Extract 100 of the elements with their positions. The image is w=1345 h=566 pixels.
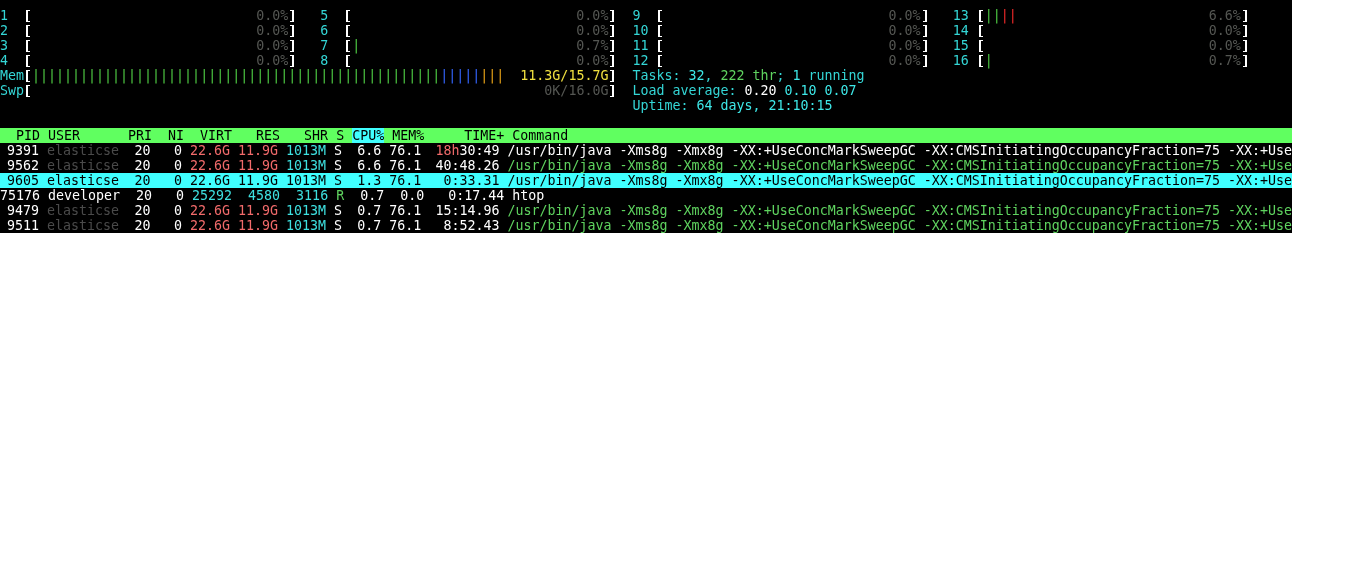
table-row[interactable]: 75176 developer 20 0 25292 4580 3116 R 0.7 0.0 0:17.44 htop — [0, 188, 1292, 203]
meter-label: 8 — [320, 53, 330, 68]
table-cell-text: 0:33.31 — [442, 173, 500, 188]
table-cell-text: 0.7 — [359, 188, 385, 203]
meter-value: 0.0% — [888, 53, 921, 68]
table-cell-text: 9562 — [6, 158, 40, 173]
table-cell: /usr/bin/java -Xms8g -Xmx8g -XX:+UseConcMarkSweepGC -XX:CMSInitiatingOccupancyFraction=75 -XX:+Use — [507, 218, 1292, 233]
table-cell-text: 0 — [172, 203, 182, 218]
table-cell: 76.1 — [389, 143, 422, 158]
table-row[interactable]: 9391 elasticse 20 0 22.6G 11.9G 1013M S 6.6 76.1 18h30:49 /usr/bin/java -Xms8g -Xmx8g -XX:+UseConcMarkSweepGC -XX:CMSInitiatingOccupancyFraction=75 -XX:+Use — [0, 143, 1292, 158]
meter-bar-text: || — [1000, 8, 1017, 23]
table-cell: S — [333, 173, 342, 188]
table-row[interactable]: 9511 elasticse 20 0 22.6G 11.9G 1013M S 0.7 76.1 8:52.43 /usr/bin/java -Xms8g -Xmx8g -XX:+UseConcMarkSweepGC -XX:CMSInitiatingOccupancyFraction=75 -XX:+Use — [0, 218, 1292, 233]
table-cell: 1013M — [285, 218, 326, 233]
table-cell: 22.6G — [189, 173, 230, 188]
table-cell-text: 0 — [172, 218, 182, 233]
table-cell: 22.6G — [189, 203, 230, 218]
right-bracket-icon — [610, 39, 615, 52]
column-header[interactable]: MEM% — [392, 128, 425, 143]
right-bracket-icon — [290, 54, 295, 67]
meter-value: 0.0% — [576, 53, 609, 68]
meter-value: 0.7% — [1208, 53, 1241, 68]
table-cell-text: 0.0 — [399, 188, 425, 203]
meter-label: Mem — [0, 68, 24, 83]
column-header[interactable]: PID — [0, 128, 40, 143]
table-cell: S — [333, 143, 342, 158]
meter-value: 0.0% — [888, 23, 921, 38]
meter-label: Swp — [0, 83, 24, 98]
table-cell: 11.9G — [237, 158, 278, 173]
meter-bar-text: ||||| — [440, 68, 481, 83]
table-cell: /usr/bin/java -Xms8g -Xmx8g -XX:+UseConcMarkSweepGC -XX:CMSInitiatingOccupancyFraction=75 -XX:+Use — [507, 203, 1292, 218]
column-header[interactable]: VIRT — [192, 128, 233, 143]
meter-value: 0.0% — [256, 8, 289, 23]
left-bracket-icon — [978, 54, 983, 67]
table-cell: 1013M — [285, 203, 326, 218]
table-cell-text: htop — [512, 188, 546, 203]
meter-bar-text: ||||||||||||||||||||||||||||||||||||||||||||||||||| — [32, 68, 441, 83]
stats-line: Load average: 0.20 0.10 0.07 — [632, 83, 857, 98]
left-bracket-icon — [26, 54, 30, 67]
table-cell: 11.9G — [237, 218, 278, 233]
table-cell-text: 20 — [135, 188, 153, 203]
table-row[interactable]: 9479 elasticse 20 0 22.6G 11.9G 1013M S 0.7 76.1 15:14.96 /usr/bin/java -Xms8g -Xmx8g -XX:+UseConcMarkSweepGC -XX:CMSInitiatingOccupancyFraction=75 -XX:+Use — [0, 203, 1292, 218]
right-bracket-icon — [922, 9, 927, 22]
table-cell-text: 6.6 — [356, 158, 382, 173]
table-cell-text: 9511 — [6, 218, 40, 233]
column-header[interactable]: Command — [512, 128, 1292, 143]
table-cell: 1013M — [285, 173, 326, 188]
meter-value: 6.6% — [1208, 8, 1241, 23]
table-cell: 22.6G — [189, 158, 230, 173]
meter-label: 15 — [952, 38, 970, 53]
stats-line: Uptime: 64 days, 21:10:15 — [632, 98, 833, 113]
table-cell-text: 0:17.44 — [447, 188, 505, 203]
table-row[interactable]: 9562 elasticse 20 0 22.6G 11.9G 1013M S 6.6 76.1 40:48.26 /usr/bin/java -Xms8g -Xmx8g -XX:+UseConcMarkSweepGC -XX:CMSInitiatingOccupancyFraction=75 -XX:+Use — [0, 158, 1292, 173]
right-bracket-icon — [290, 9, 295, 22]
column-header[interactable]: S — [336, 128, 345, 143]
stats-line: Tasks: 32, 222 thr; 1 running — [632, 68, 865, 83]
table-cell: developer — [48, 188, 121, 203]
left-bracket-icon — [346, 24, 351, 37]
column-header[interactable]: PRI — [128, 128, 153, 143]
table-cell-text: 0 — [172, 173, 182, 188]
right-bracket-icon — [1242, 24, 1247, 37]
column-header[interactable]: SHR — [288, 128, 329, 143]
left-bracket-icon — [978, 39, 983, 52]
table-cell: 22.6G — [189, 143, 230, 158]
meter-label: 11 — [632, 38, 650, 53]
meter-label: 14 — [952, 23, 970, 38]
table-cell: 75176 — [0, 188, 40, 203]
table-cell-text: 20 — [133, 158, 151, 173]
table-cell-text: 1.3 — [356, 173, 382, 188]
column-header[interactable]: TIME+ — [432, 128, 505, 143]
meter-value: 0K/16.0G — [544, 83, 609, 98]
meter-value: 0.0% — [256, 38, 289, 53]
table-cell-text: 0.7 — [356, 203, 382, 218]
table-cell-text: 9479 — [6, 203, 40, 218]
table-cell-text: 20 — [133, 203, 151, 218]
table-cell: elasticse — [47, 203, 120, 218]
meter-value: 11.3G/15.7G — [520, 68, 609, 83]
column-header[interactable]: CPU% — [352, 128, 385, 143]
table-cell: /usr/bin/java -Xms8g -Xmx8g -XX:+UseConcMarkSweepGC -XX:CMSInitiatingOccupancyFraction=75 -XX:+Use — [507, 158, 1292, 173]
meter-label: 2 — [0, 23, 9, 38]
meter-label: 10 — [632, 23, 650, 38]
table-cell-text: 0 — [175, 188, 185, 203]
meter-label: 1 — [0, 8, 9, 23]
meter-label: 5 — [320, 8, 330, 23]
meter-value: 0.0% — [888, 8, 921, 23]
table-cell: 76.1 — [389, 173, 422, 188]
table-cell-text: 4580 — [247, 188, 281, 203]
table-cell: 1013M — [285, 158, 326, 173]
meter-label: 3 — [0, 38, 9, 53]
left-bracket-icon — [26, 9, 30, 22]
meter-label: 7 — [320, 38, 330, 53]
column-header[interactable]: NI — [160, 128, 185, 143]
table-cell: 1013M — [285, 143, 326, 158]
table-row[interactable]: 9605 elasticse 20 0 22.6G 11.9G 1013M S 1.3 76.1 0:33.31 /usr/bin/java -Xms8g -Xmx8g -XX:+UseConcMarkSweepGC -XX:CMSInitiatingOccupancyFraction=75 -XX:+Use — [0, 173, 1292, 188]
column-header[interactable]: RES — [240, 128, 281, 143]
right-bracket-icon — [290, 24, 295, 37]
column-header[interactable]: USER — [48, 128, 121, 143]
meter-label: 16 — [952, 53, 970, 68]
right-bracket-icon — [1242, 39, 1247, 52]
table-cell-text: 9605 — [6, 173, 40, 188]
